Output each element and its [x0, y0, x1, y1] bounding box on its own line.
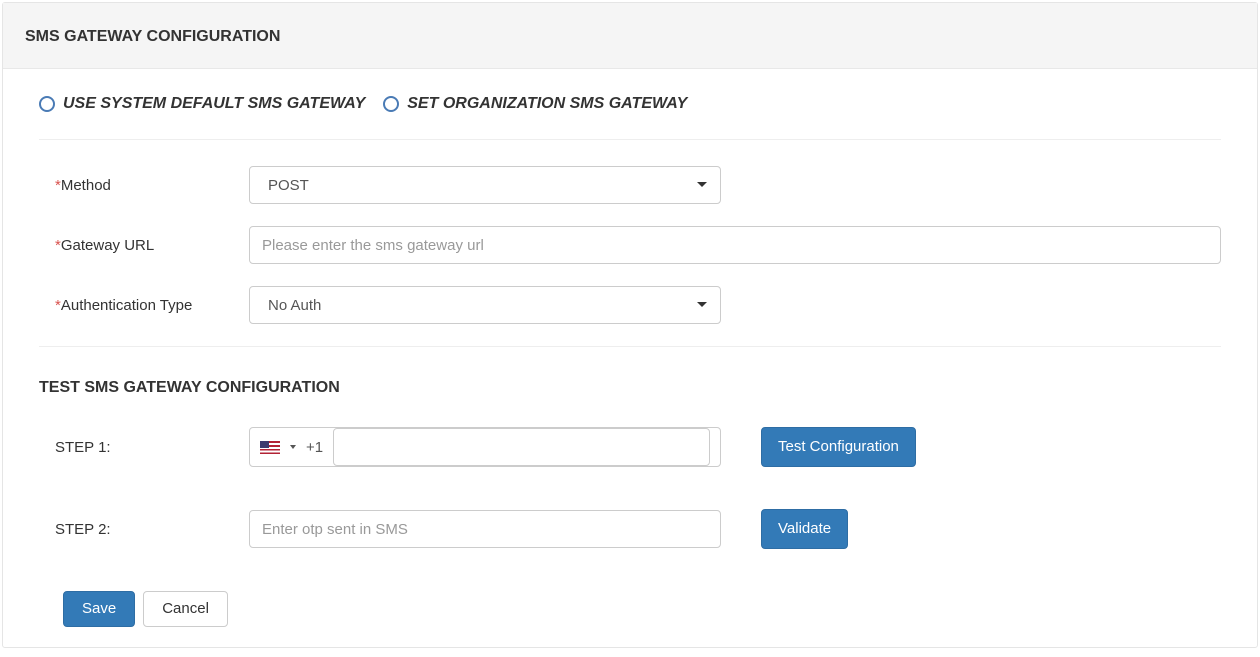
- gateway-url-row: *Gateway URL: [39, 226, 1221, 264]
- radio-use-default-label: USE SYSTEM DEFAULT SMS GATEWAY: [63, 95, 365, 113]
- method-row: *Method POST: [39, 166, 1221, 204]
- us-flag-icon: [260, 441, 280, 454]
- radio-set-org[interactable]: SET ORGANIZATION SMS GATEWAY: [383, 95, 687, 113]
- auth-type-row: *Authentication Type No Auth: [39, 286, 1221, 324]
- step1-row: STEP 1: +1 Test Configuration: [39, 427, 1221, 467]
- sms-gateway-panel: SMS GATEWAY CONFIGURATION USE SYSTEM DEF…: [2, 2, 1258, 648]
- radio-icon: [39, 96, 55, 112]
- step2-label: STEP 2:: [39, 521, 249, 538]
- test-section-heading: TEST SMS GATEWAY CONFIGURATION: [39, 379, 1221, 397]
- divider: [39, 346, 1221, 347]
- save-button[interactable]: Save: [63, 591, 135, 627]
- gateway-mode-radios: USE SYSTEM DEFAULT SMS GATEWAY SET ORGAN…: [39, 95, 1221, 140]
- radio-use-default[interactable]: USE SYSTEM DEFAULT SMS GATEWAY: [39, 95, 365, 113]
- method-select[interactable]: POST: [249, 166, 721, 204]
- chevron-down-icon[interactable]: [290, 445, 296, 449]
- gateway-url-input[interactable]: [249, 226, 1221, 264]
- otp-input[interactable]: [249, 510, 721, 548]
- auth-type-select[interactable]: No Auth: [249, 286, 721, 324]
- step2-row: STEP 2: Validate: [39, 509, 1221, 549]
- validate-button[interactable]: Validate: [761, 509, 848, 549]
- gateway-url-label: *Gateway URL: [39, 237, 249, 254]
- method-label: *Method: [39, 177, 249, 194]
- panel-body: USE SYSTEM DEFAULT SMS GATEWAY SET ORGAN…: [3, 69, 1257, 647]
- phone-input-wrap[interactable]: +1: [249, 427, 721, 467]
- panel-title: SMS GATEWAY CONFIGURATION: [25, 28, 1235, 46]
- radio-icon: [383, 96, 399, 112]
- dial-code: +1: [306, 439, 323, 456]
- footer-buttons: Save Cancel: [39, 591, 1221, 627]
- cancel-button[interactable]: Cancel: [143, 591, 228, 627]
- step1-label: STEP 1:: [39, 439, 249, 456]
- auth-type-label: *Authentication Type: [39, 297, 249, 314]
- phone-number-input[interactable]: [333, 428, 710, 466]
- panel-header: SMS GATEWAY CONFIGURATION: [3, 3, 1257, 69]
- radio-set-org-label: SET ORGANIZATION SMS GATEWAY: [407, 95, 687, 113]
- test-configuration-button[interactable]: Test Configuration: [761, 427, 916, 467]
